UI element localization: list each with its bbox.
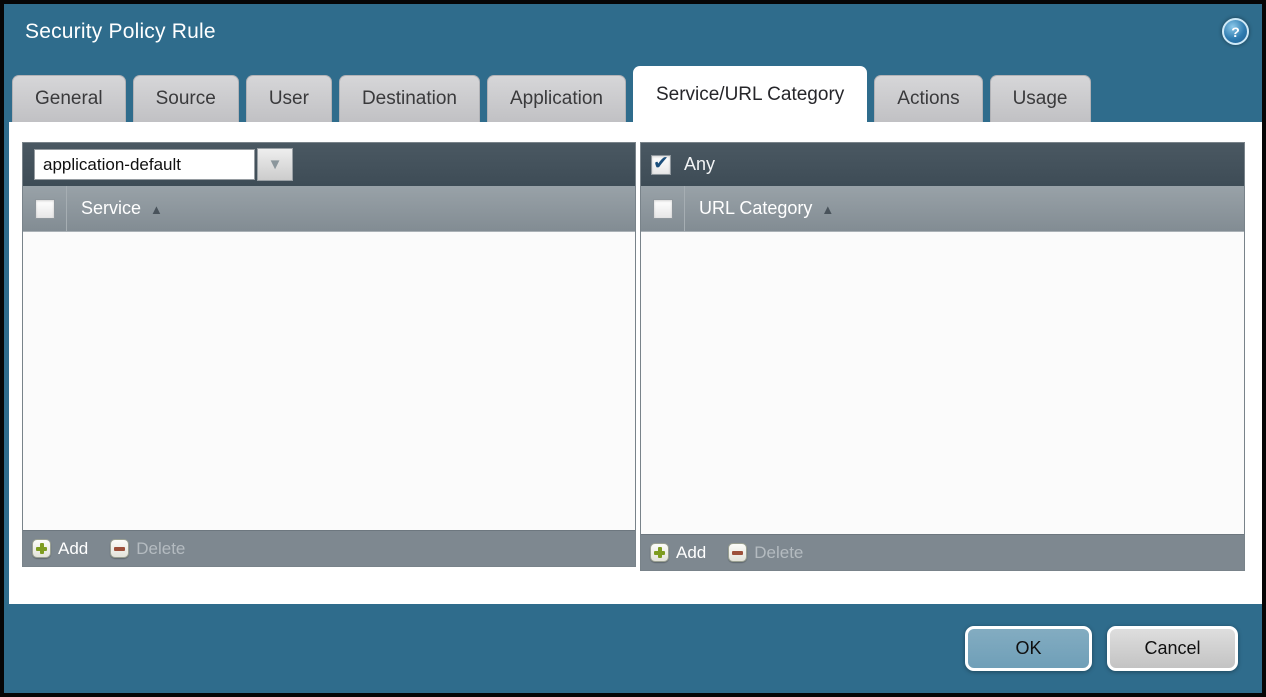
service-mode-combo: ▼ [34,148,293,181]
url-delete-button[interactable]: Delete [728,543,803,563]
url-delete-label: Delete [754,543,803,563]
url-any-checkbox[interactable]: ✔ [651,155,671,175]
minus-icon [110,539,129,558]
service-list [23,232,635,530]
url-add-label: Add [676,543,706,563]
tab-bar: GeneralSourceUserDestinationApplicationS… [12,66,1254,122]
tab-source[interactable]: Source [133,75,239,122]
url-select-all-checkbox[interactable] [653,199,673,219]
tab-destination[interactable]: Destination [339,75,480,122]
tab-application[interactable]: Application [487,75,626,122]
plus-icon [650,543,669,562]
sort-asc-icon: ▲ [150,203,163,216]
help-icon[interactable]: ? [1222,18,1249,45]
url-header-checkbox-cell [641,186,685,231]
url-category-panel-header: ✔ Any [641,143,1244,186]
tab-content: ▼ Service ▲ Add Dele [9,122,1262,604]
url-any-label: Any [684,154,715,175]
tab-general[interactable]: General [12,75,126,122]
dialog-title: Security Policy Rule [25,20,216,44]
url-category-list [641,232,1244,534]
service-select-all-checkbox[interactable] [35,199,55,219]
tab-actions[interactable]: Actions [874,75,982,122]
url-category-column-header: URL Category ▲ [641,186,1244,232]
url-any-row: ✔ Any [641,143,715,186]
service-mode-dropdown-button[interactable]: ▼ [257,148,293,181]
tab-user[interactable]: User [246,75,332,122]
plus-icon [32,539,51,558]
service-column-label: Service [81,198,141,219]
checkbox-checked-icon: ✔ [653,152,669,175]
service-panel: ▼ Service ▲ Add Dele [22,142,636,567]
security-policy-rule-dialog: Security Policy Rule ? GeneralSourceUser… [0,0,1266,697]
tab-usage[interactable]: Usage [990,75,1091,122]
service-header-checkbox-cell [23,186,67,231]
service-delete-label: Delete [136,539,185,559]
service-delete-button[interactable]: Delete [110,539,185,559]
dialog-footer: OK Cancel [965,626,1238,671]
service-column-header: Service ▲ [23,186,635,232]
service-add-button[interactable]: Add [32,539,88,559]
url-category-panel: ✔ Any URL Category ▲ Add [640,142,1245,571]
service-toolbar: Add Delete [23,530,635,566]
cancel-button[interactable]: Cancel [1107,626,1238,671]
ok-button[interactable]: OK [965,626,1092,671]
url-category-column-title[interactable]: URL Category ▲ [699,198,834,219]
tab-service-url-category[interactable]: Service/URL Category [633,66,867,122]
service-add-label: Add [58,539,88,559]
url-category-column-label: URL Category [699,198,812,219]
url-category-toolbar: Add Delete [641,534,1244,570]
url-add-button[interactable]: Add [650,543,706,563]
service-mode-input[interactable] [34,149,255,180]
service-column-title[interactable]: Service ▲ [81,198,163,219]
sort-asc-icon: ▲ [821,203,834,216]
service-panel-header: ▼ [23,143,635,186]
minus-icon [728,543,747,562]
chevron-down-icon: ▼ [268,157,283,172]
